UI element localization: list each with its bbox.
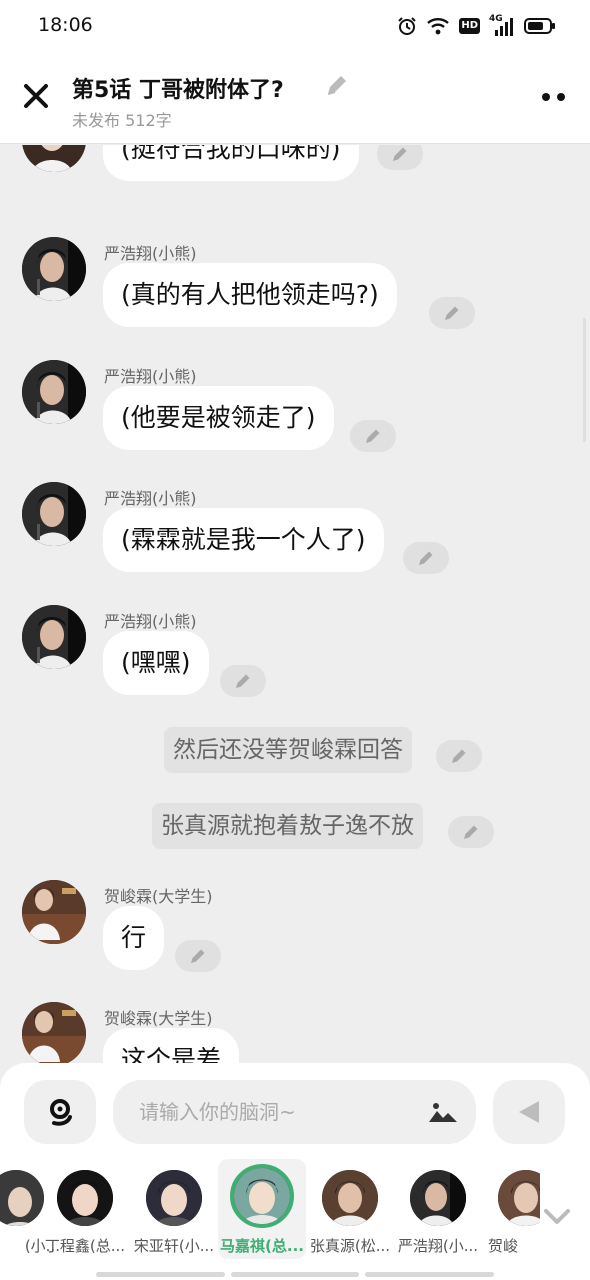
more-dot-icon (541, 93, 550, 101)
episode-meta: 未发布 512字 (72, 111, 172, 130)
pencil-icon (393, 147, 407, 161)
status-time: 18:06 (38, 14, 93, 36)
speaker-name: 严浩翔(小熊) (104, 367, 197, 386)
character-name: 张真源(松... (309, 1237, 391, 1255)
avatar-image (22, 1002, 86, 1065)
pencil-icon (464, 825, 478, 839)
character-item[interactable]: 贺峻 (482, 1159, 540, 1259)
avatar[interactable] (22, 237, 86, 301)
edit-message-button[interactable] (429, 297, 475, 329)
narration-text[interactable]: 然后还没等贺峻霖回答 (164, 727, 412, 773)
wifi-icon (427, 18, 450, 35)
episode-title[interactable]: 第5话 丁哥被附体了? (72, 72, 284, 104)
pencil-icon (366, 429, 380, 443)
character-avatar (410, 1170, 466, 1226)
character-item[interactable]: 严浩翔(小... (394, 1159, 482, 1259)
edit-message-button[interactable] (220, 665, 266, 697)
character-item[interactable]: 丁程鑫(总... (41, 1159, 129, 1259)
scrollbar[interactable] (583, 318, 586, 442)
edit-message-button[interactable] (436, 740, 482, 772)
speaker-name: 严浩翔(小熊) (104, 612, 197, 631)
avatar[interactable] (22, 360, 86, 424)
close-icon[interactable] (20, 80, 52, 112)
message-input[interactable]: 请输入你的脑洞~ (113, 1080, 476, 1144)
speaker-name: 严浩翔(小熊) (104, 489, 197, 508)
edit-message-button[interactable] (403, 542, 449, 574)
message-bubble[interactable]: (真的有人把他领走吗?) (103, 263, 397, 327)
character-avatar (146, 1170, 202, 1226)
avatar[interactable] (22, 482, 86, 546)
message-bubble[interactable]: (嘿嘿) (103, 631, 209, 695)
edit-title-icon[interactable] (324, 72, 350, 98)
character-name: 贺峻 (488, 1237, 519, 1255)
voice-button[interactable] (24, 1080, 96, 1144)
message-bubble[interactable]: (他要是被领走了) (103, 386, 334, 450)
pencil-icon (419, 551, 433, 565)
message-bubble[interactable]: 行 (103, 906, 165, 970)
avatar[interactable] (22, 1002, 86, 1065)
avatar[interactable] (22, 880, 86, 944)
character-avatar (230, 1164, 294, 1228)
avatar-image (22, 880, 86, 944)
character-avatar (498, 1170, 540, 1226)
character-name: 宋亚轩(小... (133, 1237, 215, 1255)
character-item[interactable]: 张真源(松... (306, 1159, 394, 1259)
signal-icon: 4G (489, 14, 515, 36)
avatar-image (22, 145, 86, 172)
narration-text[interactable]: 张真源就抱着敖子逸不放 (152, 803, 423, 849)
pencil-icon (236, 674, 250, 688)
pencil-icon (191, 949, 205, 963)
edit-message-button[interactable] (175, 940, 221, 972)
more-options-button[interactable] (538, 82, 568, 112)
speaker-name: 严浩翔(小熊) (104, 244, 197, 263)
character-name: 严浩翔(小... (397, 1237, 479, 1255)
character-avatar (322, 1170, 378, 1226)
home-indicator (96, 1272, 495, 1277)
speaker-name: 贺峻霖(大学生) (104, 887, 213, 906)
avatar[interactable] (22, 605, 86, 669)
character-selector: (小... 丁程鑫(总... 宋亚轩(小... 马嘉祺(总... 张真源(松..… (0, 1159, 540, 1269)
send-icon (519, 1101, 539, 1123)
message-bubble[interactable]: (挺符合我的口味的) (103, 145, 359, 181)
character-name: 丁程鑫(总... (44, 1237, 126, 1255)
pencil-icon (452, 749, 466, 763)
hd-badge: HD (459, 18, 480, 34)
pencil-icon (445, 306, 459, 320)
more-dot-icon (556, 93, 565, 101)
header: 第5话 丁哥被附体了? 未发布 512字 (0, 52, 590, 144)
message-bubble[interactable]: 这个是差 (103, 1028, 240, 1065)
input-placeholder: 请输入你的脑洞~ (139, 1100, 296, 1124)
character-item-selected[interactable]: 马嘉祺(总... (218, 1159, 306, 1259)
edit-message-button[interactable] (448, 816, 494, 848)
status-bar: 18:06 HD 4G (0, 0, 590, 52)
avatar-image (22, 237, 86, 301)
edit-message-button[interactable] (377, 145, 423, 170)
character-avatar (0, 1170, 44, 1226)
composer-panel: 请输入你的脑洞~ (小... 丁程鑫(总... 宋亚轩(小... 马嘉祺(总..… (0, 1063, 590, 1280)
voice-icon (50, 1099, 72, 1126)
status-icons: HD 4G (397, 14, 556, 38)
speaker-name: 贺峻霖(大学生) (104, 1009, 213, 1028)
character-avatar (57, 1170, 113, 1226)
character-name: 马嘉祺(总... (220, 1237, 304, 1255)
edit-message-button[interactable] (350, 420, 396, 452)
send-button[interactable] (493, 1080, 565, 1144)
chat-area[interactable]: (挺符合我的口味的) 严浩翔(小熊) (真的有人把他领走吗?) 严浩翔(小熊) … (0, 145, 590, 1065)
message-bubble[interactable]: (霖霖就是我一个人了) (103, 508, 384, 572)
avatar[interactable] (22, 145, 86, 172)
battery-icon (524, 18, 555, 34)
avatar-image (22, 360, 86, 424)
avatar-image (22, 482, 86, 546)
avatar-image (22, 605, 86, 669)
image-icon[interactable] (428, 1098, 458, 1126)
chevron-down-icon[interactable] (540, 1203, 574, 1229)
alarm-icon (398, 17, 417, 35)
character-item[interactable]: 宋亚轩(小... (130, 1159, 218, 1259)
